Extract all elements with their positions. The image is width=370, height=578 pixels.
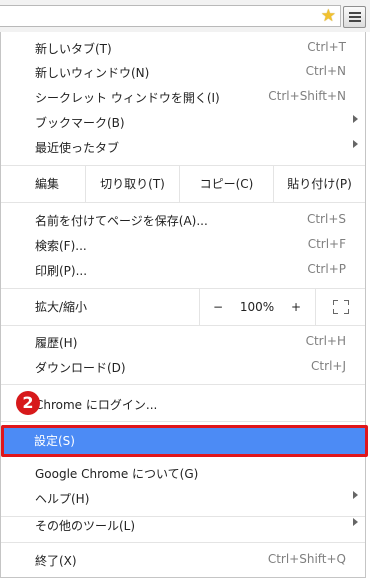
zoom-out-button[interactable]: − <box>200 289 236 325</box>
menu-item-sign-in[interactable]: Chrome にログイン... <box>1 392 365 416</box>
paste-button[interactable]: 貼り付け(P) <box>274 166 365 202</box>
zoom-row: 拡大/縮小 − 100% + <box>1 289 365 325</box>
zoom-level: 100% <box>239 300 275 314</box>
menu-item-recent-tabs[interactable]: 最近使ったタブ <box>1 135 365 159</box>
address-bar[interactable]: ★ <box>0 5 341 27</box>
copy-button[interactable]: コピー(C) <box>180 166 273 202</box>
menu-item-label: ヘルプ(H) <box>35 492 90 506</box>
menu-item-label: その他のツール(L) <box>35 519 136 533</box>
shortcut-text: Ctrl+F <box>307 237 346 251</box>
zoom-in-button[interactable]: + <box>278 289 314 325</box>
menu-item-label: ダウンロード(D) <box>35 361 126 375</box>
menu-item-label: シークレット ウィンドウを開く(I) <box>35 91 220 105</box>
submenu-arrow-icon <box>353 491 358 499</box>
shortcut-text: Ctrl+H <box>305 334 346 348</box>
shortcut-text: Ctrl+J <box>311 359 346 373</box>
menu-item-save-page[interactable]: 名前を付けてページを保存(A)... Ctrl+S <box>1 208 365 232</box>
shortcut-text: Ctrl+T <box>307 40 346 54</box>
menu-item-label: ブックマーク(B) <box>35 116 125 130</box>
shortcut-text: Ctrl+S <box>306 212 346 226</box>
submenu-arrow-icon <box>353 518 358 526</box>
menu-item-print[interactable]: 印刷(P)... Ctrl+P <box>1 258 365 282</box>
menu-item-more-tools[interactable]: その他のツール(L) <box>1 513 365 537</box>
highlight-box <box>1 425 368 457</box>
fullscreen-icon[interactable] <box>333 300 349 314</box>
menu-item-history[interactable]: 履歴(H) Ctrl+H <box>1 330 365 354</box>
menu-button[interactable] <box>343 6 366 28</box>
menu-item-new-tab[interactable]: 新しいタブ(T) Ctrl+T <box>1 36 365 60</box>
menu-item-help[interactable]: ヘルプ(H) <box>1 486 365 510</box>
submenu-arrow-icon <box>353 140 358 148</box>
edit-label: 編集 <box>35 177 60 191</box>
menu-divider <box>1 542 365 543</box>
shortcut-text: Ctrl+Shift+N <box>268 89 346 103</box>
edit-row: 編集 切り取り(T) コピー(C) 貼り付け(P) <box>1 166 365 202</box>
menu-divider <box>1 421 365 422</box>
chrome-menu: 新しいタブ(T) Ctrl+T 新しいウィンドウ(N) Ctrl+N シークレッ… <box>0 32 366 578</box>
star-icon[interactable]: ★ <box>321 7 336 25</box>
shortcut-text: Ctrl+N <box>305 64 346 78</box>
menu-item-incognito[interactable]: シークレット ウィンドウを開く(I) Ctrl+Shift+N <box>1 85 365 109</box>
menu-item-label: 最近使ったタブ <box>35 141 120 155</box>
menu-item-label: 新しいタブ(T) <box>35 42 112 56</box>
menu-item-label: 終了(X) <box>35 554 77 568</box>
menu-item-new-window[interactable]: 新しいウィンドウ(N) Ctrl+N <box>1 60 365 84</box>
zoom-label: 拡大/縮小 <box>35 300 88 314</box>
menu-item-exit[interactable]: 終了(X) Ctrl+Shift+Q <box>1 548 365 572</box>
menu-item-label: 履歴(H) <box>35 336 78 350</box>
hamburger-menu-icon <box>349 12 361 14</box>
cut-button[interactable]: 切り取り(T) <box>86 166 179 202</box>
menu-item-label: Google Chrome について(G) <box>35 467 199 481</box>
submenu-arrow-icon <box>353 115 358 123</box>
browser-toolbar: ★ <box>0 0 370 32</box>
menu-item-bookmarks[interactable]: ブックマーク(B) <box>1 110 365 134</box>
step-badge: 2 <box>16 391 40 415</box>
cell-divider <box>315 289 316 325</box>
menu-item-find[interactable]: 検索(F)... Ctrl+F <box>1 233 365 257</box>
menu-divider <box>1 384 365 385</box>
menu-divider <box>1 325 365 326</box>
menu-item-downloads[interactable]: ダウンロード(D) Ctrl+J <box>1 355 365 379</box>
menu-item-about-chrome[interactable]: Google Chrome について(G) <box>1 461 365 485</box>
menu-item-label: 名前を付けてページを保存(A)... <box>35 214 208 228</box>
menu-item-label: 検索(F)... <box>35 239 87 253</box>
menu-item-label: Chrome にログイン... <box>35 398 158 412</box>
shortcut-text: Ctrl+P <box>307 262 346 276</box>
menu-item-label: 印刷(P)... <box>35 264 88 278</box>
menu-divider <box>1 202 365 203</box>
shortcut-text: Ctrl+Shift+Q <box>267 552 346 566</box>
menu-item-label: 新しいウィンドウ(N) <box>35 66 150 80</box>
